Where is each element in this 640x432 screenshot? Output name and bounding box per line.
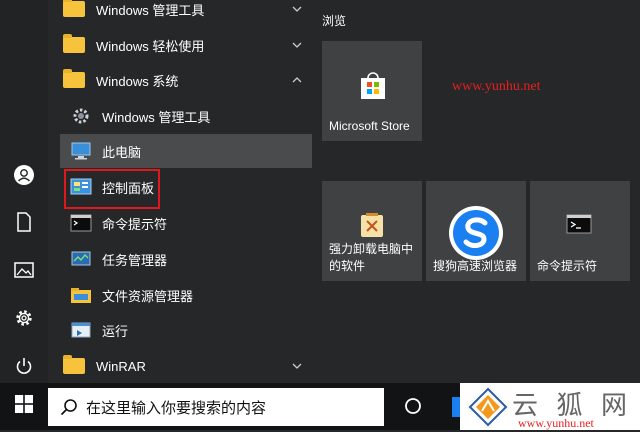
tile-area: 浏览 Microsoft Store 强力卸载电脑中的软件 搜狗高速浏览器 命令… bbox=[314, 0, 640, 383]
this-pc-icon bbox=[70, 139, 92, 163]
tile-label: 搜狗高速浏览器 bbox=[433, 259, 518, 273]
task-view-icon bbox=[404, 397, 422, 420]
tile-label: 命令提示符 bbox=[537, 259, 598, 273]
watermark-brand-url: www.yunhu.net bbox=[518, 416, 594, 430]
taskbar-app-button[interactable] bbox=[452, 397, 460, 417]
watermark-logo-box: 云 狐 网 www.yunhu.net bbox=[460, 383, 640, 430]
app-label: Windows 系统 bbox=[96, 73, 179, 89]
uninstall-icon bbox=[358, 211, 386, 244]
app-item-this-pc[interactable]: 此电脑 bbox=[60, 134, 312, 168]
folder-icon bbox=[60, 33, 88, 57]
app-label: Windows 管理工具 bbox=[102, 109, 211, 125]
app-folder-windows-ease-of-access[interactable]: Windows 轻松使用 bbox=[60, 28, 312, 62]
search-icon bbox=[60, 398, 78, 416]
user-account-icon[interactable] bbox=[8, 159, 40, 191]
cmd-icon bbox=[70, 211, 92, 235]
tile-uninstall-software[interactable]: 强力卸载电脑中的软件 bbox=[322, 181, 422, 281]
store-icon bbox=[358, 71, 388, 106]
app-item-task-manager[interactable]: 任务管理器 bbox=[60, 242, 312, 276]
folder-icon bbox=[60, 0, 88, 21]
search-placeholder: 在这里输入你要搜索的内容 bbox=[86, 399, 267, 417]
app-item-control-panel[interactable]: 控制面板 bbox=[60, 170, 312, 204]
admin-tools-icon bbox=[70, 104, 92, 128]
app-label: Windows 轻松使用 bbox=[96, 38, 205, 54]
taskbar-search-box[interactable]: 在这里输入你要搜索的内容 bbox=[48, 388, 384, 426]
tile-label: Microsoft Store bbox=[329, 119, 410, 133]
settings-gear-icon[interactable] bbox=[8, 302, 40, 334]
app-label: 控制面板 bbox=[102, 180, 155, 196]
app-label: 此电脑 bbox=[102, 144, 142, 160]
tile-group-title: 浏览 bbox=[322, 14, 347, 28]
start-left-strip bbox=[0, 0, 48, 383]
control-panel-icon bbox=[70, 175, 92, 199]
windows-logo-icon bbox=[15, 395, 33, 418]
pictures-icon[interactable] bbox=[8, 254, 40, 286]
app-label: 命令提示符 bbox=[102, 216, 168, 232]
start-button[interactable] bbox=[0, 383, 48, 430]
app-label: 任务管理器 bbox=[102, 252, 168, 268]
yunhu-logo-icon bbox=[468, 387, 508, 432]
cmd-icon bbox=[566, 214, 592, 239]
task-view-button[interactable] bbox=[400, 395, 426, 421]
watermark-url: www.yunhu.net bbox=[452, 79, 541, 94]
power-icon[interactable] bbox=[8, 350, 40, 382]
app-label: 运行 bbox=[102, 323, 129, 339]
folder-icon bbox=[60, 68, 88, 92]
documents-icon[interactable] bbox=[8, 206, 40, 238]
chevron-down-icon[interactable] bbox=[290, 2, 304, 16]
tile-command-prompt[interactable]: 命令提示符 bbox=[530, 181, 630, 281]
chevron-down-icon[interactable] bbox=[290, 38, 304, 52]
sogou-browser-icon bbox=[448, 205, 504, 266]
app-folder-winrar[interactable]: WinRAR bbox=[60, 349, 312, 383]
task-manager-icon bbox=[70, 247, 92, 271]
tile-label: 强力卸载电脑中的软件 bbox=[329, 242, 414, 273]
app-label: WinRAR bbox=[96, 358, 146, 374]
app-folder-windows-system[interactable]: Windows 系统 bbox=[60, 63, 312, 97]
app-label: Windows 管理工具 bbox=[96, 2, 205, 18]
app-label: 文件资源管理器 bbox=[102, 288, 194, 304]
tile-sogou-browser[interactable]: 搜狗高速浏览器 bbox=[426, 181, 526, 281]
app-item-file-explorer[interactable]: 文件资源管理器 bbox=[60, 278, 312, 312]
app-folder-windows-admin-tools[interactable]: Windows 管理工具 bbox=[60, 0, 312, 26]
tile-microsoft-store[interactable]: Microsoft Store bbox=[322, 41, 422, 141]
file-explorer-icon bbox=[70, 283, 92, 307]
app-list: Windows 管理工具 Windows 轻松使用 Windows 系统 Win… bbox=[48, 0, 314, 383]
app-item-admin-tools[interactable]: Windows 管理工具 bbox=[60, 99, 312, 133]
app-item-run[interactable]: 运行 bbox=[60, 313, 312, 347]
chevron-up-icon[interactable] bbox=[290, 73, 304, 87]
folder-icon bbox=[60, 354, 88, 378]
run-icon bbox=[70, 318, 92, 342]
app-item-command-prompt[interactable]: 命令提示符 bbox=[60, 206, 312, 240]
chevron-down-icon[interactable] bbox=[290, 359, 304, 373]
